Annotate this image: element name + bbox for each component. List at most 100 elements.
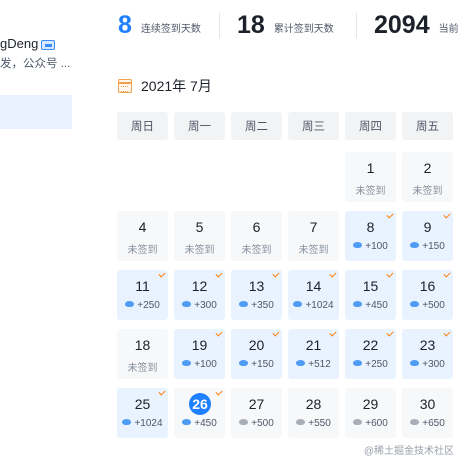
calendar-day-cell[interactable]: 11 +250	[117, 270, 168, 320]
calendar-day-cell[interactable]: 22 +250	[345, 329, 396, 379]
calendar-day-cell[interactable]: 9 +150	[402, 211, 453, 261]
stat-total-days: 18 累计签到天数	[237, 8, 334, 42]
stat-label: 当前	[438, 23, 459, 35]
month-header: 2021年 7月	[118, 76, 212, 96]
day-number: 7	[309, 219, 318, 235]
points-reward: +500	[402, 300, 453, 311]
level-badge-icon	[41, 39, 56, 50]
profile-description: 发，公众号 ...	[0, 58, 71, 70]
calendar-day-cell[interactable]: 8 +100	[345, 211, 396, 261]
unsigned-label: 未签到	[184, 245, 215, 256]
sidebar-selected-item[interactable]	[0, 95, 72, 129]
day-number: 8	[366, 219, 375, 235]
checkmark-icon	[329, 270, 337, 278]
username-text: gDeng	[0, 36, 39, 51]
ore-icon	[239, 301, 249, 308]
ore-icon	[410, 360, 420, 367]
watermark: @稀土掘金技术社区	[363, 446, 454, 457]
calendar-day-cell[interactable]: 21 +512	[288, 329, 339, 379]
calendar-day-cell[interactable]: 6 未签到	[231, 211, 282, 261]
day-number: 29	[362, 396, 379, 412]
calendar-day-cell[interactable]: 13 +350	[231, 270, 282, 320]
calendar-day-cell[interactable]: 27 +500	[231, 388, 282, 438]
points-reward: +650	[402, 418, 453, 429]
checkmark-icon	[443, 270, 451, 278]
checkmark-icon	[386, 270, 394, 278]
ore-icon	[410, 301, 420, 308]
day-number: 6	[252, 219, 261, 235]
points-reward: +300	[174, 300, 225, 311]
calendar-day-cell[interactable]: 1 未签到	[345, 152, 396, 202]
calendar-day-cell[interactable]: 19 +100	[174, 329, 225, 379]
ore-icon	[353, 301, 363, 308]
points-value: +550	[308, 418, 331, 429]
weekday-header: 周五	[402, 112, 453, 140]
ore-icon	[296, 419, 306, 426]
weekday-header: 周日	[117, 112, 168, 140]
points-reward: +150	[402, 241, 453, 252]
points-reward: +550	[288, 418, 339, 429]
day-number: 23	[419, 337, 436, 353]
calendar-day-cell[interactable]: 18 未签到	[117, 329, 168, 379]
day-number: 27	[248, 396, 265, 412]
ore-icon	[410, 419, 420, 426]
stats-bar: 8 连续签到天数 18 累计签到天数 2094 当前	[94, 0, 460, 50]
weekday-header: 周二	[231, 112, 282, 140]
points-value: +512	[308, 359, 331, 370]
calendar-day-cell[interactable]: 30 +650	[402, 388, 453, 438]
points-reward: +450	[345, 300, 396, 311]
points-value: +100	[194, 359, 217, 370]
calendar-day-cell[interactable]: 20 +150	[231, 329, 282, 379]
weekday-header: 周一	[174, 112, 225, 140]
unsigned-label: 未签到	[298, 245, 329, 256]
unsigned-label: 未签到	[241, 245, 272, 256]
ore-icon	[182, 419, 192, 426]
calendar-day-cell[interactable]: 7 未签到	[288, 211, 339, 261]
checkmark-icon	[386, 211, 394, 219]
calendar-day-cell[interactable]: 4 未签到	[117, 211, 168, 261]
points-value: +100	[365, 241, 388, 252]
checkmark-icon	[443, 211, 451, 219]
points-value: +600	[365, 418, 388, 429]
month-title: 2021年 7月	[141, 78, 212, 94]
checkmark-icon	[443, 329, 451, 337]
day-number: 22	[362, 337, 379, 353]
calendar-day-cell[interactable]: 26 +450	[174, 388, 225, 438]
ore-icon	[122, 419, 132, 426]
points-reward: +600	[345, 418, 396, 429]
points-value: +1024	[305, 300, 334, 311]
checkmark-icon	[215, 329, 223, 337]
calendar-icon	[118, 79, 132, 93]
day-number: 16	[419, 278, 436, 294]
checkmark-icon	[215, 388, 223, 396]
weekday-header: 周四	[345, 112, 396, 140]
points-reward: +512	[288, 359, 339, 370]
calendar-day-cell[interactable]: 23 +300	[402, 329, 453, 379]
calendar-day-cell[interactable]: 14 +1024	[288, 270, 339, 320]
calendar-day-cell[interactable]: 12 +300	[174, 270, 225, 320]
ore-icon	[182, 360, 192, 367]
calendar-day-cell[interactable]: 15 +450	[345, 270, 396, 320]
calendar-day-cell[interactable]: 5 未签到	[174, 211, 225, 261]
points-value: +1024	[134, 418, 163, 429]
day-number: 28	[305, 396, 322, 412]
points-value: +350	[251, 300, 274, 311]
profile-username[interactable]: gDeng	[0, 36, 56, 51]
calendar-day-cell[interactable]: 28 +550	[288, 388, 339, 438]
points-value: +300	[194, 300, 217, 311]
ore-icon	[239, 360, 249, 367]
calendar-day-cell[interactable]: 29 +600	[345, 388, 396, 438]
calendar-day-cell[interactable]: 2 未签到	[402, 152, 453, 202]
unsigned-label: 未签到	[127, 245, 158, 256]
day-number: 18	[134, 337, 151, 353]
day-number: 12	[191, 278, 208, 294]
checkin-calendar-card: 8 连续签到天数 18 累计签到天数 2094 当前 2021年 7月 周日 周一…	[94, 0, 460, 460]
day-number: 21	[305, 337, 322, 353]
day-number: 25	[134, 396, 151, 412]
calendar-day-cell[interactable]: 16 +500	[402, 270, 453, 320]
calendar-day-cell[interactable]: 25 +1024	[117, 388, 168, 438]
ore-icon	[353, 360, 363, 367]
ore-icon	[293, 301, 303, 308]
stat-divider	[356, 12, 357, 38]
day-number: 4	[138, 219, 147, 235]
